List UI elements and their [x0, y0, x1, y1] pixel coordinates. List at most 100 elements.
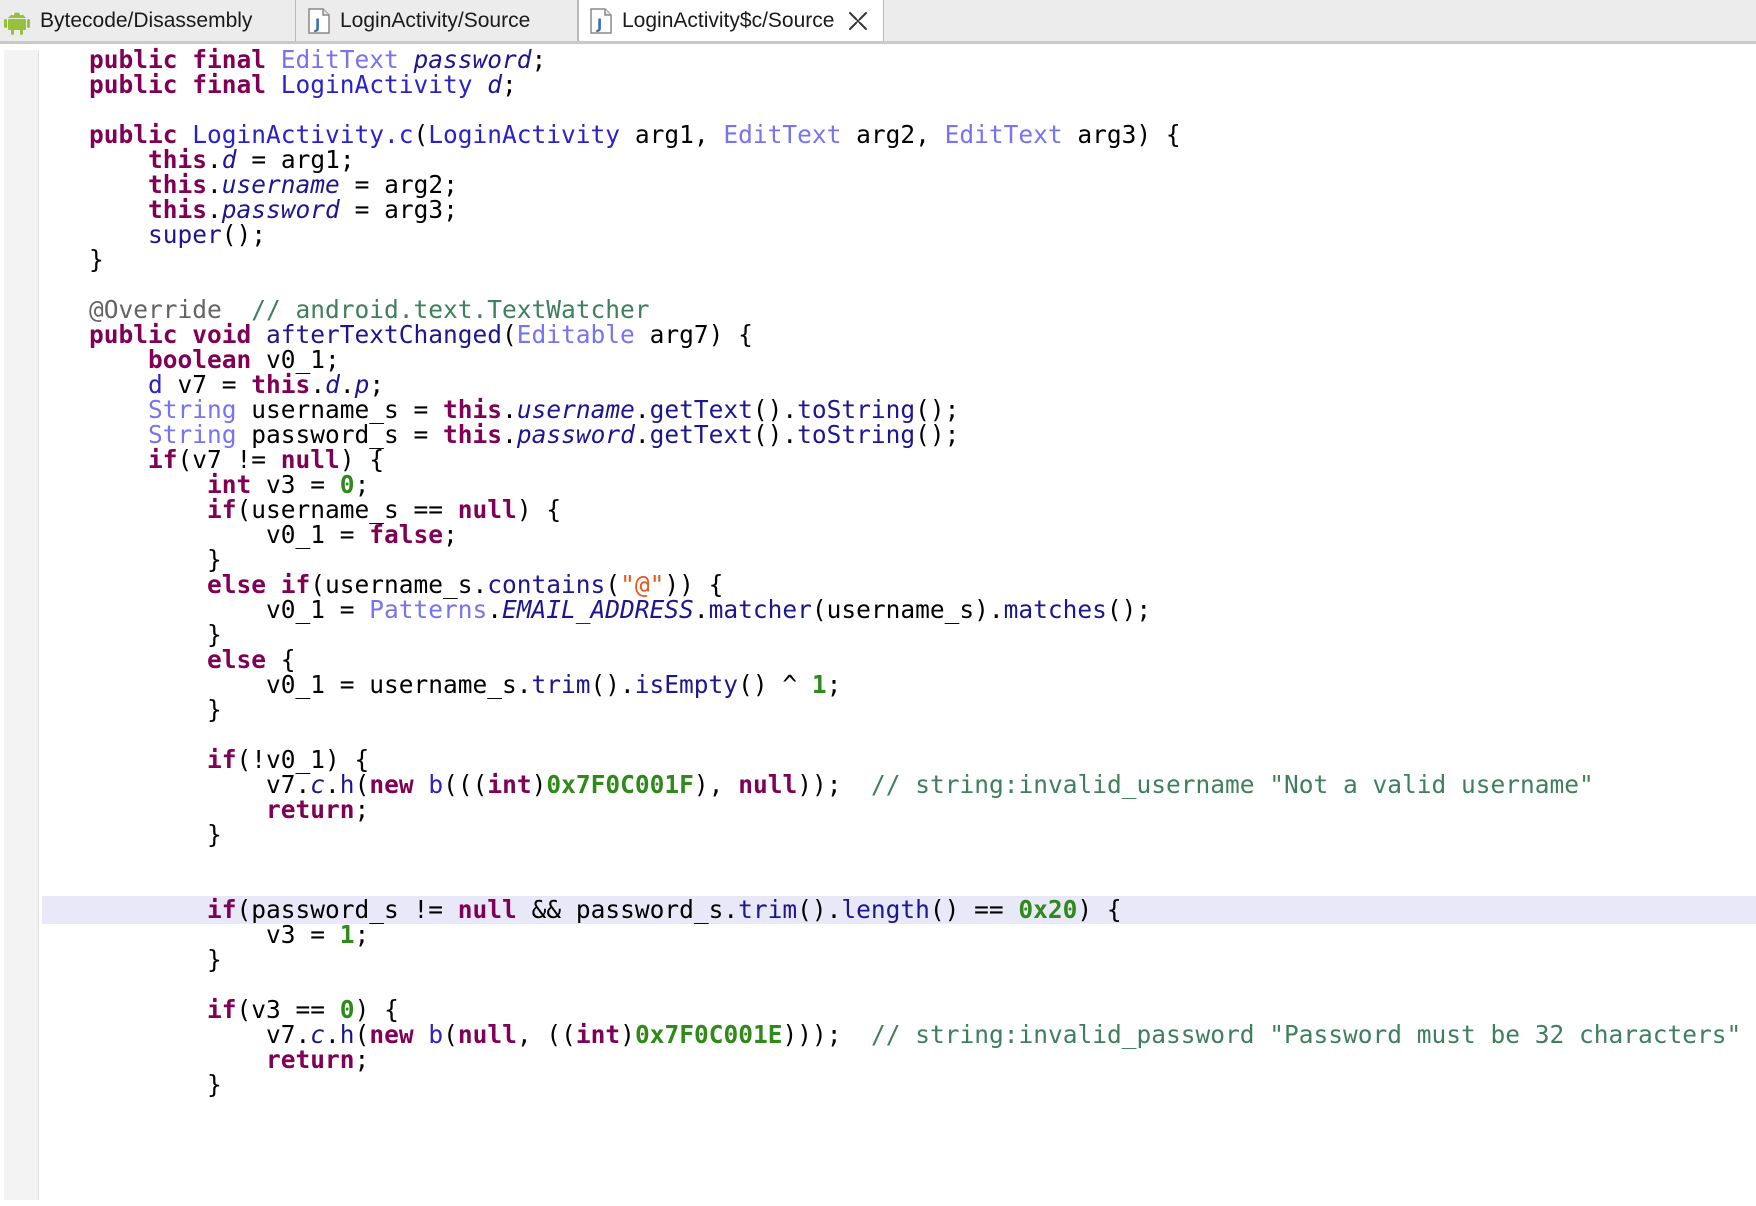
code-token: } [89, 245, 104, 274]
code-token: ; [354, 1045, 370, 1074]
code-token: null [457, 495, 517, 524]
code-token: ((( [443, 770, 488, 799]
java-file-icon: J [308, 7, 330, 34]
code-token: . [502, 420, 517, 449]
code-token: (); [915, 420, 960, 449]
code-line[interactable]: } [0, 946, 1756, 974]
code-token: b [428, 1020, 444, 1049]
code-line[interactable]: } [0, 821, 1756, 849]
code-token: Patterns [369, 595, 488, 624]
code-token: toString [797, 420, 916, 449]
code-token: LoginActivity [280, 70, 488, 99]
code-token: 0x7F0C001E [634, 1020, 783, 1049]
code-token: (); [1106, 595, 1152, 624]
code-token: ), [693, 770, 739, 799]
code-token: . [634, 420, 650, 449]
code-token: (). [752, 420, 798, 449]
code-line[interactable]: } [0, 1071, 1756, 1099]
code-line[interactable]: return; [0, 1046, 1756, 1074]
code-token: 0x7F0C001F [546, 770, 694, 799]
code-line[interactable]: v3 = 1; [0, 921, 1756, 949]
code-line[interactable]: return; [0, 796, 1756, 824]
code-line[interactable]: public final LoginActivity d; [0, 71, 1756, 99]
code-token: return [266, 795, 355, 824]
code-line[interactable]: v0_1 = false; [0, 521, 1756, 549]
code-token: false [369, 520, 444, 549]
code-token: trim [738, 895, 798, 924]
code-token: arg1, [620, 120, 724, 149]
code-token: arg3) { [1062, 120, 1181, 149]
code-token: null [457, 895, 517, 924]
code-token: getText [649, 420, 753, 449]
code-token: this [443, 420, 503, 449]
tab-label: Bytecode/Disassembly [40, 8, 253, 32]
code-token: d [487, 70, 503, 99]
code-token: ; [443, 520, 458, 549]
code-token: Editable [516, 320, 635, 349]
code-text-area[interactable]: public final EditText password; public fi… [0, 44, 1756, 1206]
code-token: 1 [339, 920, 355, 949]
tab-loginactivity-c-source[interactable]: J LoginActivity$c/Source [578, 0, 884, 41]
code-token: } [89, 820, 222, 849]
code-token: // string:invalid_username "Not a valid … [870, 770, 1594, 799]
code-token: trim [531, 670, 591, 699]
code-token: public final [89, 70, 281, 99]
close-tab-icon[interactable] [848, 11, 868, 31]
code-token: ) [620, 1020, 635, 1049]
code-token: null [457, 1020, 517, 1049]
code-token: () ^ [738, 670, 812, 699]
code-token: length [841, 895, 930, 924]
code-line[interactable] [0, 846, 1756, 874]
code-token: matcher [708, 595, 812, 624]
code-token: password [516, 420, 635, 449]
java-file-icon: J [590, 7, 612, 34]
code-token: 0x20 [1018, 895, 1078, 924]
code-token: EditText [944, 120, 1063, 149]
svg-text:J: J [596, 17, 602, 33]
code-token: } [89, 695, 222, 724]
code-token: ( [443, 1020, 458, 1049]
code-token: arg2, [841, 120, 945, 149]
code-token: (). [797, 895, 842, 924]
code-token: ) { [1077, 895, 1122, 924]
code-token: ( [413, 120, 429, 149]
code-token: arg7) { [634, 320, 753, 349]
code-token: () == [929, 895, 1019, 924]
code-token: ; [531, 45, 547, 74]
tab-loginactivity-source[interactable]: J LoginActivity/Source [296, 0, 578, 41]
code-line[interactable]: } [0, 696, 1756, 724]
code-token: (); [221, 220, 267, 249]
code-token: ))); [782, 1020, 871, 1049]
code-line[interactable]: v0_1 = username_s.trim().isEmpty() ^ 1; [0, 671, 1756, 699]
code-token: )); [797, 770, 871, 799]
editor-tab-bar: Bytecode/Disassembly J LoginActivity/Sou… [0, 0, 1756, 44]
code-line[interactable]: v0_1 = Patterns.EMAIL_ADDRESS.matcher(us… [0, 596, 1756, 624]
code-token: b [428, 770, 444, 799]
code-token: ; [354, 920, 370, 949]
code-token: ) [531, 770, 547, 799]
code-token: EMAIL_ADDRESS [502, 595, 694, 624]
code-token: 1 [811, 670, 827, 699]
code-token: ) { [516, 495, 562, 524]
code-token: new [369, 770, 429, 799]
code-token: ; [354, 795, 370, 824]
code-token: EditText [723, 120, 842, 149]
code-line[interactable]: super(); [0, 221, 1756, 249]
code-token: ( [502, 320, 517, 349]
code-token: new [369, 1020, 429, 1049]
code-line-text: } [89, 821, 222, 849]
code-token: matches [1003, 595, 1107, 624]
tab-label: LoginActivity/Source [340, 8, 531, 32]
code-token: ; [502, 70, 517, 99]
code-line[interactable]: } [0, 246, 1756, 274]
code-token: = arg3; [339, 195, 458, 224]
code-token: // string:invalid_password "Password mus… [870, 1020, 1742, 1049]
code-token: ; [826, 670, 842, 699]
svg-text:J: J [314, 17, 320, 33]
code-token: isEmpty [634, 670, 739, 699]
code-token: super [148, 220, 222, 249]
code-editor[interactable]: public final EditText password; public fi… [0, 44, 1756, 1206]
tab-bytecode-disassembly[interactable]: Bytecode/Disassembly [0, 0, 296, 41]
code-line-text: v0_1 = Patterns.EMAIL_ADDRESS.matcher(us… [89, 596, 1151, 624]
code-token: . [693, 595, 709, 624]
